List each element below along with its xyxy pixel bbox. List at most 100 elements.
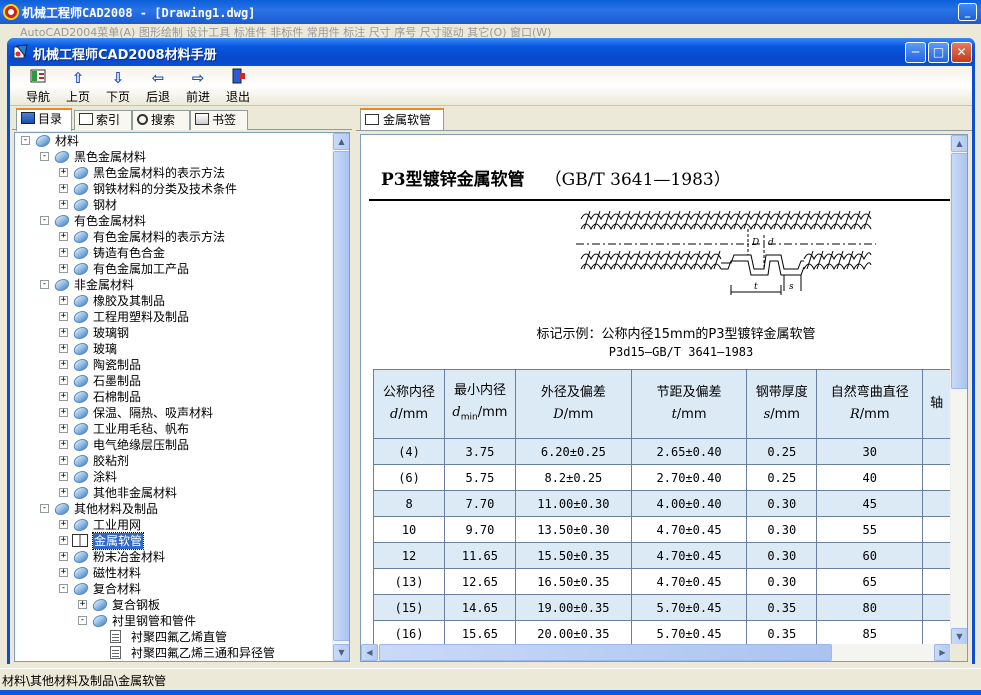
tab-bookmarks[interactable]: 书签: [190, 110, 248, 130]
expand-icon[interactable]: +: [59, 360, 68, 369]
expand-icon[interactable]: +: [78, 600, 87, 609]
scroll-up-arrow-icon[interactable]: ▲: [951, 135, 967, 152]
scroll-up-arrow-icon[interactable]: ▲: [333, 133, 349, 150]
expand-icon[interactable]: +: [59, 440, 68, 449]
tree-item[interactable]: + 有色金属材料的表示方法: [15, 229, 333, 245]
tree-item[interactable]: + 保温、隔热、吸声材料: [15, 405, 333, 421]
table-cell: 12.65: [444, 568, 516, 595]
expand-icon[interactable]: +: [59, 248, 68, 257]
scroll-thumb[interactable]: [951, 153, 967, 389]
expand-icon[interactable]: +: [59, 200, 68, 209]
scroll-thumb-horizontal[interactable]: [379, 644, 832, 661]
expand-icon[interactable]: +: [59, 328, 68, 337]
tree-item[interactable]: - 其他材料及制品: [15, 501, 333, 517]
expand-icon[interactable]: +: [59, 184, 68, 193]
tree-item[interactable]: + 其他非金属材料: [15, 485, 333, 501]
tab-metal-hose[interactable]: 金属软管: [360, 108, 444, 131]
folder-gem-icon: [72, 486, 90, 499]
tree-item[interactable]: 衬聚四氟乙烯直管: [15, 629, 333, 645]
tree-item[interactable]: - 有色金属材料: [15, 213, 333, 229]
tree-item[interactable]: + 黑色金属材料的表示方法: [15, 165, 333, 181]
collapse-icon[interactable]: -: [40, 504, 49, 513]
tree-item[interactable]: + 金属软管: [15, 532, 333, 550]
tab-contents[interactable]: 目录: [16, 108, 72, 131]
folder-gem-icon: [91, 614, 109, 627]
tree-item[interactable]: + 陶瓷制品: [15, 357, 333, 373]
tree-item[interactable]: 衬聚四氟乙烯三通和异径管: [15, 645, 333, 661]
tree-item[interactable]: + 铸造有色合金: [15, 245, 333, 261]
expand-icon[interactable]: +: [59, 344, 68, 353]
scroll-thumb[interactable]: [333, 151, 349, 641]
document-hscrollbar[interactable]: ◀ ▶: [361, 644, 951, 661]
tree-item[interactable]: + 工业用毛毡、帆布: [15, 421, 333, 437]
collapse-icon[interactable]: -: [21, 136, 30, 145]
collapse-icon[interactable]: -: [59, 584, 68, 593]
expand-icon[interactable]: +: [59, 552, 68, 561]
expand-icon[interactable]: +: [59, 424, 68, 433]
tree-item[interactable]: + 电气绝缘层压制品: [15, 437, 333, 453]
tree-item[interactable]: + 玻璃: [15, 341, 333, 357]
scroll-right-arrow-icon[interactable]: ▶: [934, 644, 951, 661]
tree-item[interactable]: - 衬里钢管和管件: [15, 613, 333, 629]
collapse-icon[interactable]: -: [40, 280, 49, 289]
expand-icon[interactable]: +: [59, 568, 68, 577]
tree-item[interactable]: + 工程用塑料及制品: [15, 309, 333, 325]
table-cell: [922, 464, 951, 491]
expand-icon[interactable]: +: [59, 168, 68, 177]
window-title-bar[interactable]: 机械工程师CAD2008材料手册 ─ □ ✕: [7, 38, 975, 66]
tree-item[interactable]: + 钢铁材料的分类及技术条件: [15, 181, 333, 197]
scroll-down-arrow-icon[interactable]: ▼: [333, 644, 349, 661]
document-vscrollbar[interactable]: ▲ ▼: [950, 135, 967, 645]
prev-page-button[interactable]: ⇧ 上页: [58, 68, 98, 104]
scroll-left-arrow-icon[interactable]: ◀: [361, 644, 378, 661]
collapse-icon[interactable]: -: [78, 616, 87, 625]
tree-item[interactable]: + 橡胶及其制品: [15, 293, 333, 309]
tree-scrollbar[interactable]: ▲ ▼: [332, 133, 349, 661]
table-cell: 13.50±0.30: [514, 516, 632, 543]
tree-item[interactable]: + 玻璃钢: [15, 325, 333, 341]
close-button[interactable]: ✕: [951, 42, 972, 63]
expand-icon[interactable]: +: [59, 392, 68, 401]
cad-minimize-button[interactable]: _: [958, 3, 977, 21]
expand-icon[interactable]: +: [59, 456, 68, 465]
tree-item[interactable]: + 复合钢板: [15, 597, 333, 613]
tree-item[interactable]: + 胶粘剂: [15, 453, 333, 469]
tree-item[interactable]: - 材料: [15, 133, 333, 149]
back-button[interactable]: ⇦ 后退: [138, 68, 178, 104]
forward-button[interactable]: ⇨ 前进: [178, 68, 218, 104]
expand-icon[interactable]: +: [59, 408, 68, 417]
expand-icon[interactable]: +: [59, 536, 68, 545]
expand-icon[interactable]: +: [59, 296, 68, 305]
tree-item[interactable]: + 工业用网: [15, 517, 333, 533]
expand-icon[interactable]: +: [59, 520, 68, 529]
tree-item[interactable]: + 涂料: [15, 469, 333, 485]
expand-icon[interactable]: +: [59, 312, 68, 321]
maximize-button[interactable]: □: [928, 42, 949, 63]
cad-window-title: 机械工程师CAD2008 - [Drawing1.dwg]: [22, 6, 256, 20]
collapse-icon[interactable]: -: [40, 216, 49, 225]
next-page-button[interactable]: ⇩ 下页: [98, 68, 138, 104]
tree-item[interactable]: + 粉末冶金材料: [15, 549, 333, 565]
expand-icon[interactable]: +: [59, 488, 68, 497]
tree-item[interactable]: + 石墨制品: [15, 373, 333, 389]
tree-item[interactable]: + 石棉制品: [15, 389, 333, 405]
tab-search[interactable]: 搜索: [132, 110, 190, 130]
tree-item[interactable]: - 非金属材料: [15, 277, 333, 293]
hose-spec-table: 公称内径 d/mm 最小内径 dmin/mm 外径及偏差 D/mm 节距及偏差 t/mm…: [372, 369, 951, 645]
tree-item[interactable]: + 磁性材料: [15, 565, 333, 581]
collapse-icon[interactable]: -: [40, 152, 49, 161]
expand-icon[interactable]: +: [59, 232, 68, 241]
folder-gem-icon: [72, 358, 90, 371]
exit-button[interactable]: 退出: [218, 68, 258, 104]
tree-item[interactable]: + 钢材: [15, 197, 333, 213]
nav-button[interactable]: 导航: [18, 68, 58, 104]
minimize-button[interactable]: ─: [905, 42, 926, 63]
scroll-down-arrow-icon[interactable]: ▼: [951, 628, 967, 645]
tree-item[interactable]: + 有色金属加工产品: [15, 261, 333, 277]
expand-icon[interactable]: +: [59, 264, 68, 273]
expand-icon[interactable]: +: [59, 472, 68, 481]
tree-item[interactable]: - 黑色金属材料: [15, 149, 333, 165]
tree-item[interactable]: - 复合材料: [15, 581, 333, 597]
expand-icon[interactable]: +: [59, 376, 68, 385]
tab-index[interactable]: 索引: [74, 110, 132, 130]
